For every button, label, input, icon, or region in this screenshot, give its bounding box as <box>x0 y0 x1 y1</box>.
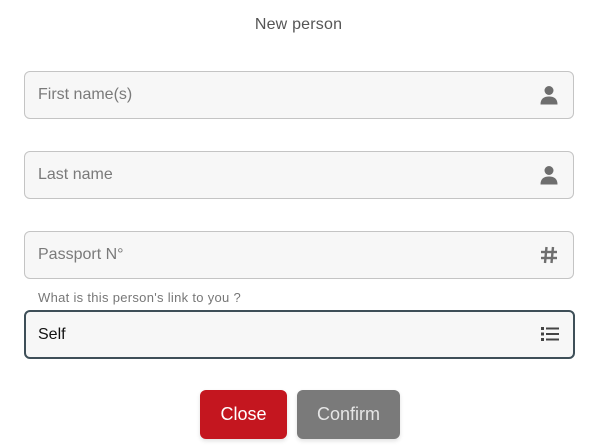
dialog-title: New person <box>254 16 343 33</box>
link-select[interactable]: Self <box>24 310 575 359</box>
first-name-field[interactable] <box>24 71 574 119</box>
list-icon <box>540 324 560 344</box>
link-helper-label: What is this person's link to you ? <box>38 290 242 305</box>
confirm-button[interactable]: Confirm <box>297 390 400 439</box>
link-select-value: Self <box>38 326 66 343</box>
close-button[interactable]: Close <box>200 390 287 439</box>
person-icon <box>539 85 559 105</box>
last-name-field[interactable] <box>24 151 574 199</box>
passport-input[interactable] <box>38 232 518 278</box>
last-name-input[interactable] <box>38 152 518 198</box>
passport-field[interactable] <box>24 231 574 279</box>
first-name-input[interactable] <box>38 72 518 118</box>
person-icon <box>539 165 559 185</box>
hash-icon <box>539 245 559 265</box>
